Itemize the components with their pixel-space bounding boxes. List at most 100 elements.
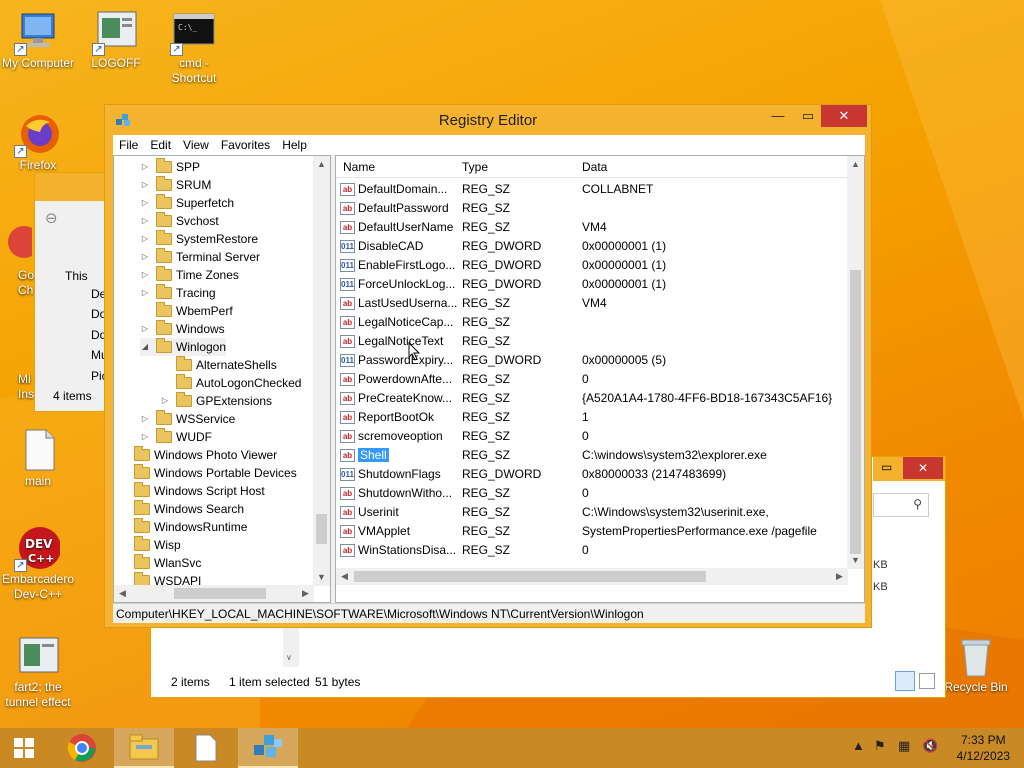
search-box[interactable]: ⚲ (873, 493, 929, 517)
expanded-arrow-icon[interactable]: ◢ (140, 338, 150, 356)
volume-muted-icon[interactable]: 🔇 (922, 738, 938, 754)
tree-item[interactable]: AlternateShells (160, 356, 277, 374)
scroll-left-icon[interactable]: ◀ (336, 568, 353, 585)
scroll-right-icon[interactable]: ▶ (297, 585, 314, 602)
tree-item[interactable]: Windows Photo Viewer (118, 446, 277, 464)
value-row[interactable]: ab PreCreateKnow... REG_SZ {A520A1A4-1780-4… (336, 389, 848, 408)
tree-item[interactable]: ▷ Svchost (140, 212, 219, 230)
minimize-icon[interactable]: — (763, 105, 793, 127)
collapsed-arrow-icon[interactable]: ▷ (140, 320, 150, 338)
collapsed-arrow-icon[interactable]: ▷ (140, 284, 150, 302)
value-row[interactable]: ab DefaultUserName REG_SZ VM4 (336, 218, 848, 237)
desktop-icon-fart2[interactable]: fart2; the tunnel effect (0, 634, 76, 710)
tree-item[interactable]: ▷ WSService (140, 410, 235, 428)
scroll-right-icon[interactable]: ▶ (831, 568, 848, 585)
menu-edit[interactable]: Edit (144, 138, 177, 152)
menu-favorites[interactable]: Favorites (215, 138, 276, 152)
tree-item[interactable]: ◢ Winlogon (140, 338, 227, 356)
show-hidden-icons-icon[interactable]: ▲ (852, 738, 865, 753)
explorer-window-back[interactable]: ⊖ This De Do Do Mu Pic 4 items (34, 172, 114, 412)
network-icon[interactable]: ▦ (898, 738, 910, 754)
value-row[interactable]: ab LegalNoticeCap... REG_SZ (336, 313, 848, 332)
scroll-up-icon[interactable]: ▲ (313, 156, 330, 173)
tree-item[interactable]: ▷ SRUM (140, 176, 211, 194)
collapsed-arrow-icon[interactable]: ▷ (140, 176, 150, 194)
value-row[interactable]: ab WinStationsDisa... REG_SZ 0 (336, 541, 848, 560)
registry-editor-window[interactable]: Registry Editor — ▭ ✕ File Edit View Fav… (104, 104, 872, 628)
value-row[interactable]: 011 ShutdownFlags REG_DWORD 0x80000033 (214… (336, 465, 848, 484)
desktop-icon-cmd-shortcut[interactable]: C:\_ ↗ cmd - Shortcut (156, 10, 232, 86)
desktop-icon-devcpp[interactable]: DEV C++ ↗ Embarcadero Dev-C++ (0, 526, 76, 602)
scroll-up-icon[interactable]: ▲ (847, 156, 864, 173)
collapsed-arrow-icon[interactable]: ▷ (140, 212, 150, 230)
value-row[interactable]: ab ShutdownWitho... REG_SZ 0 (336, 484, 848, 503)
column-data[interactable]: Data (582, 160, 607, 174)
tree-item[interactable]: WindowsRuntime (118, 518, 247, 536)
details-view-button[interactable] (895, 671, 915, 691)
titlebar[interactable]: Registry Editor — ▭ ✕ (105, 105, 871, 135)
scroll-left-icon[interactable]: ◀ (114, 585, 131, 602)
column-name[interactable]: Name (343, 160, 375, 174)
scrollbar[interactable]: ∨ (283, 623, 299, 667)
tree-item[interactable]: AutoLogonChecked (160, 374, 301, 392)
taskbar-regedit[interactable] (238, 728, 298, 768)
collapsed-arrow-icon[interactable]: ▷ (140, 248, 150, 266)
menu-file[interactable]: File (113, 138, 144, 152)
list-vertical-scrollbar[interactable]: ▲ ▼ (847, 156, 864, 569)
taskbar-notepad[interactable] (176, 728, 236, 768)
value-row[interactable]: 011 DisableCAD REG_DWORD 0x00000001 (1) (336, 237, 848, 256)
scroll-down-icon[interactable]: ▼ (847, 552, 864, 569)
tree-item[interactable]: WlanSvc (118, 554, 201, 572)
value-row[interactable]: ab DefaultPassword REG_SZ (336, 199, 848, 218)
collapsed-arrow-icon[interactable]: ▷ (140, 194, 150, 212)
close-icon[interactable]: ✕ (903, 457, 943, 479)
taskbar-file-explorer[interactable] (114, 728, 174, 768)
action-center-flag-icon[interactable]: ⚑ (874, 738, 886, 754)
value-row[interactable]: ab Shell REG_SZ C:\windows\system32\explore… (336, 446, 848, 465)
value-list[interactable]: Name Type Data ab DefaultDomain... REG_SZ C… (335, 155, 865, 603)
menu-help[interactable]: Help (276, 138, 313, 152)
collapsed-arrow-icon[interactable]: ▷ (140, 266, 150, 284)
tree-item[interactable]: ▷ WUDF (140, 428, 212, 446)
desktop-icon-main[interactable]: main (0, 428, 76, 489)
scroll-thumb[interactable] (316, 514, 327, 544)
tree-item[interactable]: ▷ Time Zones (140, 266, 239, 284)
desktop-icon-my-computer[interactable]: ↗ My Computer (0, 10, 76, 71)
scroll-thumb[interactable] (174, 588, 266, 599)
value-row[interactable]: ab LastUsedUserna... REG_SZ VM4 (336, 294, 848, 313)
close-icon[interactable]: ✕ (821, 105, 867, 127)
tree-item[interactable]: ▷ SystemRestore (140, 230, 258, 248)
key-tree[interactable]: ▷ SPP ▷ SRUM ▷ Superfetch ▷ Svchost ▷ SystemResto… (113, 155, 331, 603)
scroll-thumb[interactable] (354, 571, 706, 582)
explorer-titlebar[interactable]: ▭ ✕ (873, 457, 945, 481)
menu-view[interactable]: View (177, 138, 215, 152)
tree-item[interactable]: Wisp (118, 536, 181, 554)
tree-item[interactable]: ▷ Superfetch (140, 194, 234, 212)
column-type[interactable]: Type (462, 160, 488, 174)
desktop-icon-recycle-bin[interactable]: Recycle Bin (938, 634, 1014, 695)
collapsed-arrow-icon[interactable]: ▷ (140, 230, 150, 248)
value-row[interactable]: ab Userinit REG_SZ C:\Windows\system32\user… (336, 503, 848, 522)
nav-item[interactable]: This (65, 269, 88, 283)
clock[interactable]: 7:33 PM 4/12/2023 (957, 732, 1010, 764)
value-row[interactable]: 011 EnableFirstLogo... REG_DWORD 0x00000001… (336, 256, 848, 275)
large-icons-view-button[interactable] (919, 673, 935, 689)
collapsed-arrow-icon[interactable]: ▷ (140, 428, 150, 446)
start-button[interactable] (0, 728, 48, 768)
tree-item[interactable]: Windows Search (118, 500, 244, 518)
desktop-icon-firefox[interactable]: ↗ Firefox (0, 112, 76, 173)
scroll-thumb[interactable] (850, 270, 861, 554)
explorer-titlebar[interactable] (35, 173, 113, 201)
tree-item[interactable]: Windows Portable Devices (118, 464, 297, 482)
back-arrow-icon[interactable]: ⊖ (45, 209, 58, 227)
tree-item[interactable]: Windows Script Host (118, 482, 265, 500)
collapsed-arrow-icon[interactable]: ▷ (140, 410, 150, 428)
value-row[interactable]: ab ReportBootOk REG_SZ 1 (336, 408, 848, 427)
collapsed-arrow-icon[interactable]: ▷ (160, 392, 170, 410)
chevron-down-icon[interactable]: ∨ (286, 653, 292, 662)
tree-item[interactable]: ▷ Windows (140, 320, 225, 338)
value-row[interactable]: ab PowerdownAfte... REG_SZ 0 (336, 370, 848, 389)
value-row[interactable]: 011 ForceUnlockLog... REG_DWORD 0x00000001 … (336, 275, 848, 294)
list-horizontal-scrollbar[interactable]: ◀ ▶ (336, 568, 848, 585)
tree-item[interactable]: WbemPerf (140, 302, 233, 320)
